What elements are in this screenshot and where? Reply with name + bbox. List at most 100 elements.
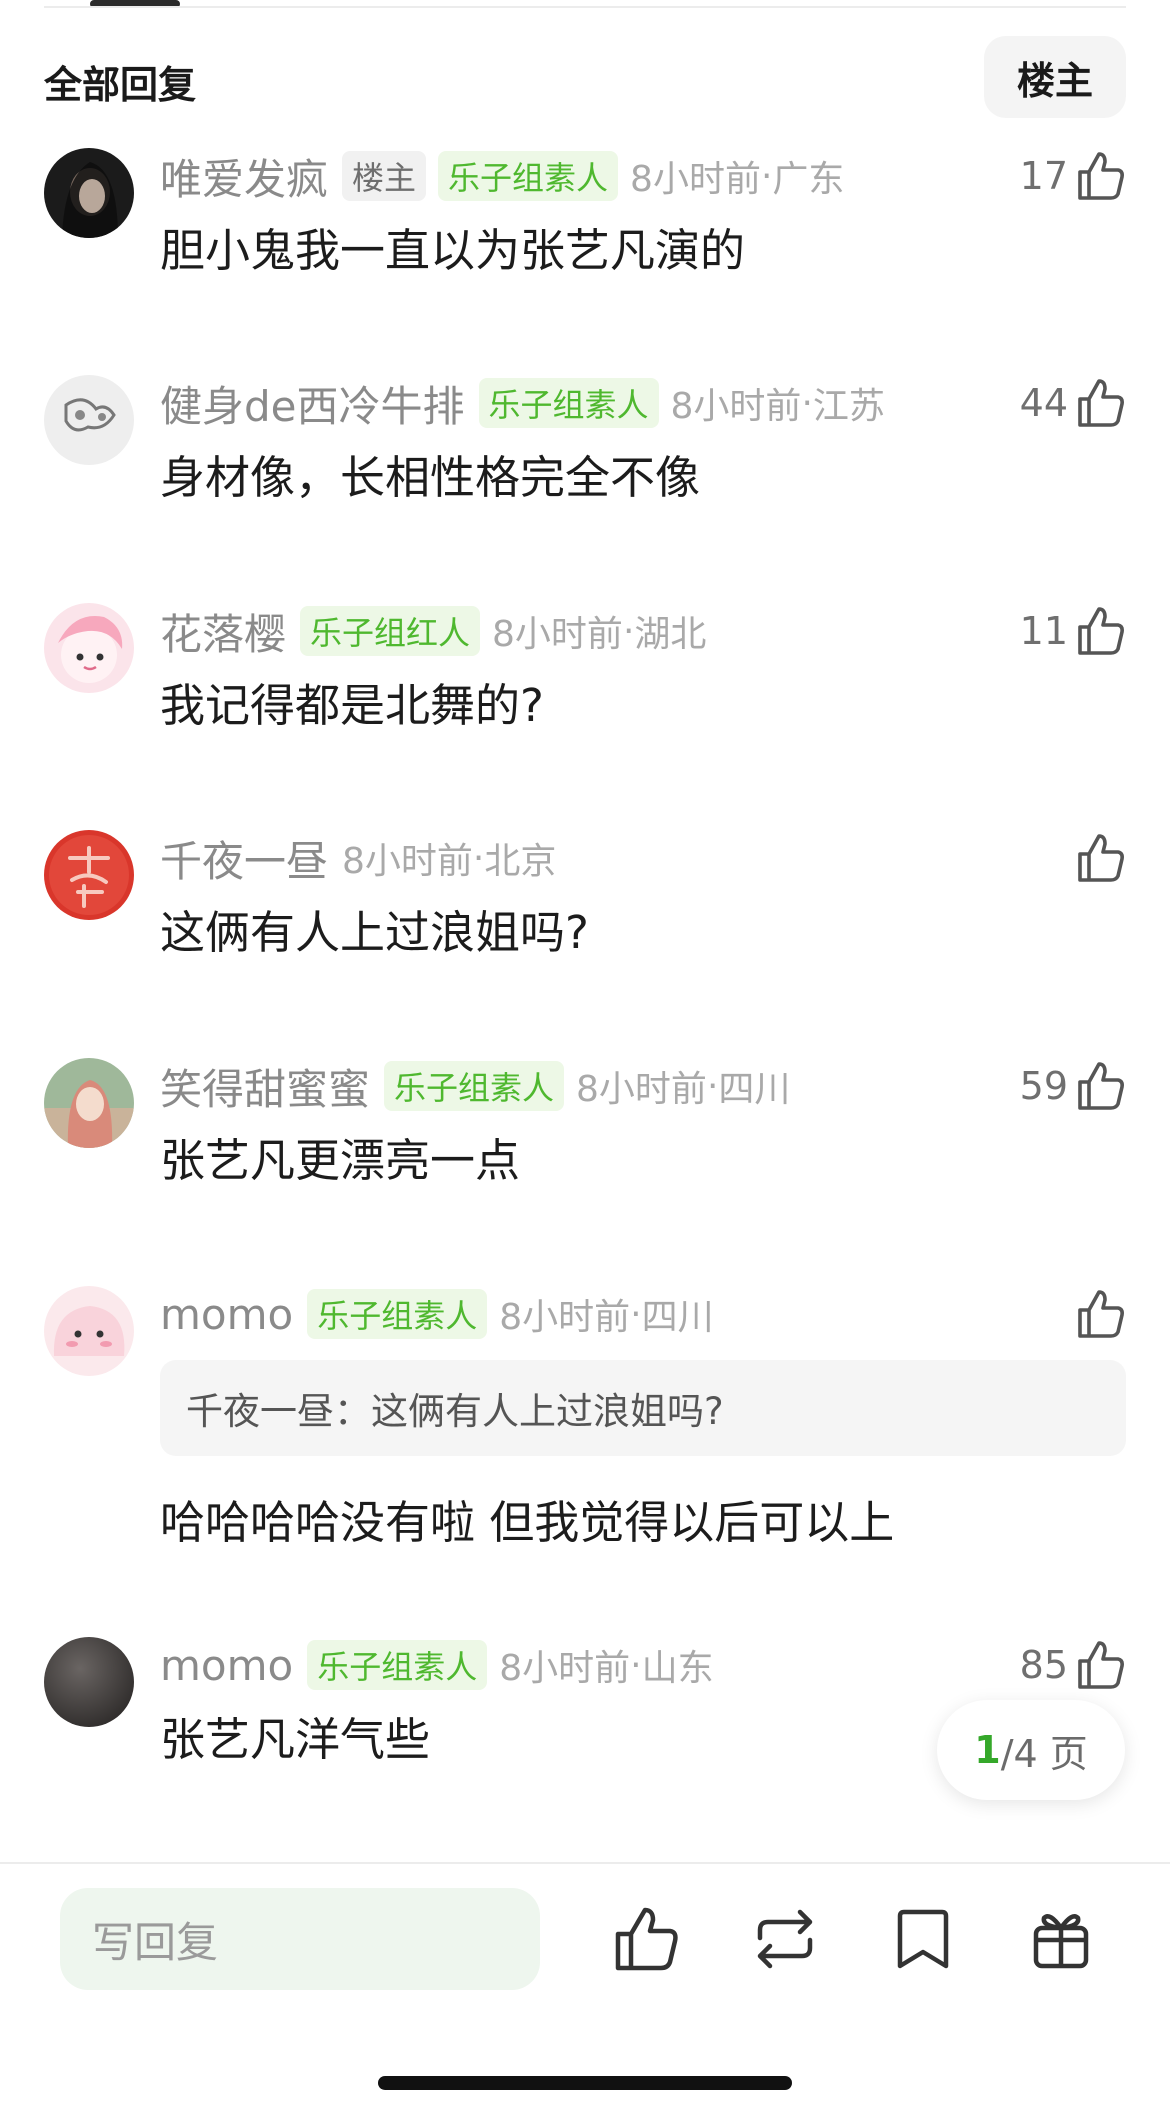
separator-dot: · [622, 610, 635, 652]
avatar[interactable] [44, 375, 134, 465]
comment-text: 我记得都是北舞的? [160, 679, 544, 732]
separator-dot: · [630, 1644, 642, 1686]
comment-item: 花落樱 乐子组红人 8小时前 · 湖北 11 我记得都是北舞的? [44, 603, 1126, 753]
location: 湖北 [634, 614, 707, 655]
group-badge: 乐子组素人 [307, 1289, 488, 1339]
location: 北京 [484, 841, 557, 882]
timestamp: 8小时前 [342, 841, 473, 882]
total-pages: /4 页 [1000, 1731, 1088, 1776]
like-button[interactable] [1068, 1286, 1126, 1342]
separator-dot: · [472, 837, 485, 879]
group-badge: 乐子组素人 [307, 1640, 488, 1690]
comment-text: 这俩有人上过浪姐吗? [160, 906, 589, 959]
comment-item: 健身de西冷牛排 乐子组素人 8小时前 · 江苏 44 身材像，长相性格完全不像 [44, 375, 1126, 525]
page-indicator[interactable]: 1/4 页 [937, 1700, 1125, 1800]
thumbs-up-icon [1076, 1060, 1126, 1112]
reply-input[interactable]: 写回复 [60, 1888, 540, 1990]
comment-meta: 花落樱 乐子组红人 8小时前 · 湖北 [160, 603, 706, 659]
group-badge: 乐子组素人 [438, 151, 619, 201]
timestamp: 8小时前 [499, 1297, 631, 1338]
comment-item: 笑得甜蜜蜜 乐子组素人 8小时前 · 四川 59 张艺凡更漂亮一点 [44, 1058, 1126, 1208]
timestamp: 8小时前 [670, 386, 802, 427]
like-post-button[interactable] [612, 1904, 682, 1974]
comment-meta: 健身de西冷牛排 乐子组素人 8小时前 · 江苏 [160, 375, 885, 431]
group-badge: 乐子组素人 [478, 378, 659, 428]
thumbs-up-icon [1076, 377, 1126, 429]
quote-colon: ： [334, 1390, 371, 1433]
like-button[interactable]: 11 [1020, 603, 1126, 659]
current-page: 1 [974, 1728, 1001, 1772]
timestamp: 8小时前 [492, 614, 623, 655]
quote-author: 千夜一昼 [186, 1390, 334, 1433]
thumbs-up-icon [612, 1904, 682, 1974]
avatar[interactable] [44, 1058, 134, 1148]
comment-text: 身材像，长相性格完全不像 [160, 451, 701, 504]
group-badge: 乐子组素人 [384, 1061, 565, 1111]
like-button[interactable]: 85 [1020, 1637, 1126, 1693]
username[interactable]: 千夜一昼 [160, 828, 328, 889]
comment-meta: 唯爱发疯 楼主 乐子组素人 8小时前 · 广东 [160, 148, 844, 204]
separator-dot: · [706, 1065, 719, 1107]
comment-item: 唯爱发疯 楼主 乐子组素人 8小时前 · 广东 17 胆小鬼我一直以为张艺凡演的 [44, 148, 1126, 298]
like-count: 17 [1019, 154, 1068, 198]
comment-meta: 千夜一昼 8小时前 · 北京 [160, 830, 556, 886]
avatar[interactable] [44, 148, 134, 238]
repost-button[interactable] [750, 1904, 820, 1974]
comment-text: 胆小鬼我一直以为张艺凡演的 [160, 224, 746, 277]
location: 广东 [772, 159, 845, 200]
timestamp: 8小时前 [576, 1069, 707, 1110]
location: 四川 [641, 1297, 714, 1338]
like-button[interactable] [1068, 830, 1126, 886]
like-count: 85 [1019, 1643, 1068, 1687]
gift-button[interactable] [1026, 1904, 1096, 1974]
op-badge: 楼主 [342, 151, 427, 201]
like-button[interactable]: 17 [1020, 148, 1126, 204]
comment-text: 张艺凡更漂亮一点 [160, 1134, 521, 1187]
separator-dot: · [630, 1293, 642, 1335]
comment-meta: 笑得甜蜜蜜 乐子组素人 8小时前 · 四川 [160, 1058, 790, 1114]
comment-meta: momo 乐子组素人 8小时前 · 四川 [160, 1286, 714, 1342]
comment-meta: momo 乐子组素人 8小时前 · 山东 [160, 1637, 714, 1693]
separator-dot: · [760, 155, 773, 197]
username[interactable]: momo [160, 1290, 293, 1339]
username[interactable]: 健身de西冷牛排 [160, 373, 465, 434]
timestamp: 8小时前 [499, 1648, 631, 1689]
like-button[interactable]: 44 [1020, 375, 1126, 431]
username[interactable]: 唯爱发疯 [160, 146, 328, 207]
comment-text: 哈哈哈哈没有啦 但我觉得以后可以上 [160, 1496, 895, 1549]
bookmark-button[interactable] [888, 1904, 958, 1974]
comment-item: momo 乐子组素人 8小时前 · 四川 千夜一昼：这俩有人上过浪姐吗? 哈哈哈… [44, 1286, 1126, 1566]
separator-dot: · [801, 382, 813, 424]
location: 江苏 [812, 386, 885, 427]
thumbs-up-icon [1076, 832, 1126, 884]
avatar[interactable] [44, 1286, 134, 1376]
section-title: 全部回复 [44, 63, 197, 107]
comment-item: 千夜一昼 8小时前 · 北京 这俩有人上过浪姐吗? [44, 830, 1126, 980]
gift-icon [1026, 1904, 1096, 1974]
bottom-action-bar: 写回复 [0, 1862, 1170, 2114]
username[interactable]: 笑得甜蜜蜜 [160, 1056, 370, 1117]
like-count: 59 [1019, 1064, 1068, 1108]
avatar[interactable] [44, 830, 134, 920]
top-divider [44, 6, 1126, 8]
username[interactable]: 花落樱 [160, 601, 286, 662]
username[interactable]: momo [160, 1641, 293, 1690]
like-count: 11 [1019, 609, 1068, 653]
location: 山东 [641, 1648, 714, 1689]
like-button[interactable]: 59 [1020, 1058, 1126, 1114]
home-indicator[interactable] [378, 2076, 792, 2090]
op-only-filter-button[interactable]: 楼主 [984, 36, 1126, 118]
bookmark-icon [888, 1904, 958, 1974]
comment-text: 张艺凡洋气些 [160, 1713, 431, 1766]
like-count: 44 [1019, 381, 1068, 425]
quote-text: 这俩有人上过浪姐吗? [371, 1390, 724, 1433]
thumbs-up-icon [1076, 150, 1126, 202]
avatar[interactable] [44, 603, 134, 693]
location: 四川 [718, 1069, 791, 1110]
avatar[interactable] [44, 1637, 134, 1727]
thumbs-up-icon [1076, 1288, 1126, 1340]
section-header: 全部回复 楼主 [44, 36, 1126, 118]
thumbs-up-icon [1076, 605, 1126, 657]
repost-icon [750, 1904, 820, 1974]
quoted-reply[interactable]: 千夜一昼：这俩有人上过浪姐吗? [160, 1360, 1126, 1456]
